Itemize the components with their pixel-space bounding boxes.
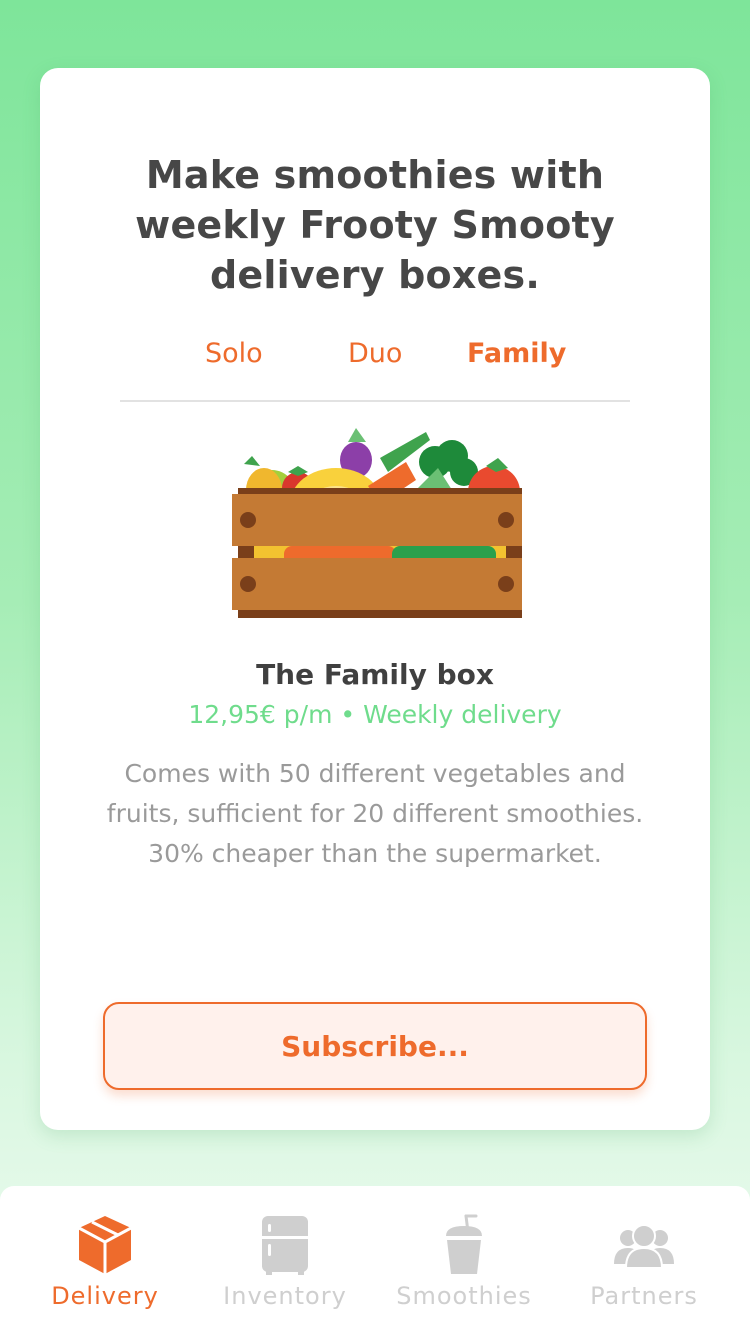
subscription-card: Make smoothies with weekly Frooty Smooty…	[40, 68, 710, 1130]
smoothie-cup-icon	[446, 1214, 482, 1274]
bottom-tab-bar: Delivery Inventory Smoothies Partners	[0, 1186, 750, 1334]
tab-inventory-label: Inventory	[223, 1282, 347, 1310]
tab-partners-label: Partners	[590, 1282, 698, 1310]
box-price: 12,95€ p/m • Weekly delivery	[188, 700, 562, 729]
tab-delivery[interactable]: Delivery	[20, 1214, 190, 1334]
subscribe-button[interactable]: Subscribe...	[103, 1002, 647, 1090]
box-description: Comes with 50 different vegetables and f…	[106, 759, 644, 868]
tab-delivery-label: Delivery	[51, 1282, 159, 1310]
box-title: The Family box	[256, 658, 494, 691]
page-title: Make smoothies with weekly Frooty Smooty…	[135, 153, 615, 297]
tab-family[interactable]: Family	[467, 338, 566, 369]
plan-tabs: Solo Duo Family	[120, 336, 630, 402]
tab-duo[interactable]: Duo	[348, 338, 402, 369]
people-icon	[614, 1224, 674, 1269]
tab-solo[interactable]: Solo	[205, 338, 263, 369]
tab-smoothies[interactable]: Smoothies	[379, 1214, 549, 1334]
produce-crate-illustration	[232, 428, 522, 618]
tab-smoothies-label: Smoothies	[396, 1282, 532, 1310]
tab-partners[interactable]: Partners	[559, 1214, 729, 1334]
delivery-box-icon	[78, 1216, 132, 1274]
tab-inventory[interactable]: Inventory	[200, 1214, 370, 1334]
fridge-icon	[262, 1216, 308, 1275]
